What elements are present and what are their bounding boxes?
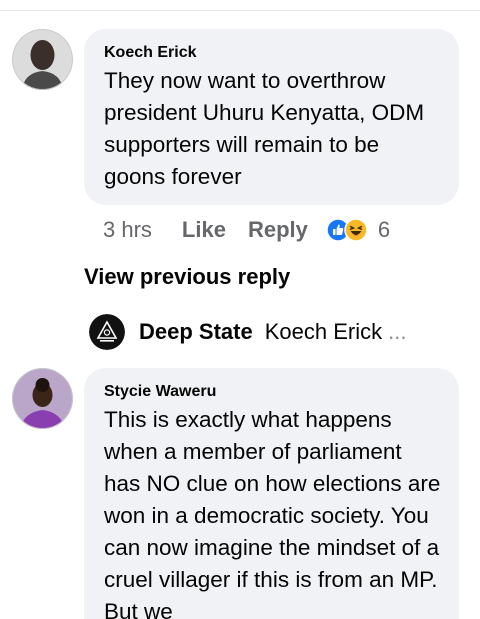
reply-author[interactable]: Deep State <box>139 319 253 345</box>
reply-preview[interactable]: Deep State Koech Erick ... <box>89 314 406 350</box>
reply-snippet: Koech Erick <box>264 319 383 344</box>
like-button[interactable]: Like <box>182 217 226 243</box>
reactions-summary[interactable] <box>326 218 368 242</box>
comment-author[interactable]: Stycie Waweru <box>104 382 441 402</box>
comment-bubble: Stycie Waweru This is exactly what happe… <box>84 368 459 619</box>
reply-ellipsis: ... <box>388 319 407 344</box>
comment-timestamp[interactable]: 3 hrs <box>103 217 152 243</box>
haha-icon <box>344 218 368 242</box>
comment-text: This is exactly what happens when a memb… <box>104 407 441 619</box>
avatar-stycie-waweru[interactable] <box>12 368 73 429</box>
avatar-koech-erick[interactable] <box>12 29 73 90</box>
comment-actions: 3 hrs Like Reply 6 <box>103 214 390 246</box>
avatar-deep-state[interactable] <box>89 314 125 350</box>
divider <box>0 10 480 11</box>
comment-author[interactable]: Koech Erick <box>104 43 441 63</box>
reply-button[interactable]: Reply <box>248 217 308 243</box>
comment-text: They now want to overthrow president Uhu… <box>104 68 425 189</box>
reaction-count: 6 <box>377 217 391 242</box>
view-previous-reply-link[interactable]: View previous reply <box>84 264 290 290</box>
comments-panel: Koech Erick They now want to overthrow p… <box>0 0 480 619</box>
comment-bubble: Koech Erick They now want to overthrow p… <box>84 29 459 205</box>
